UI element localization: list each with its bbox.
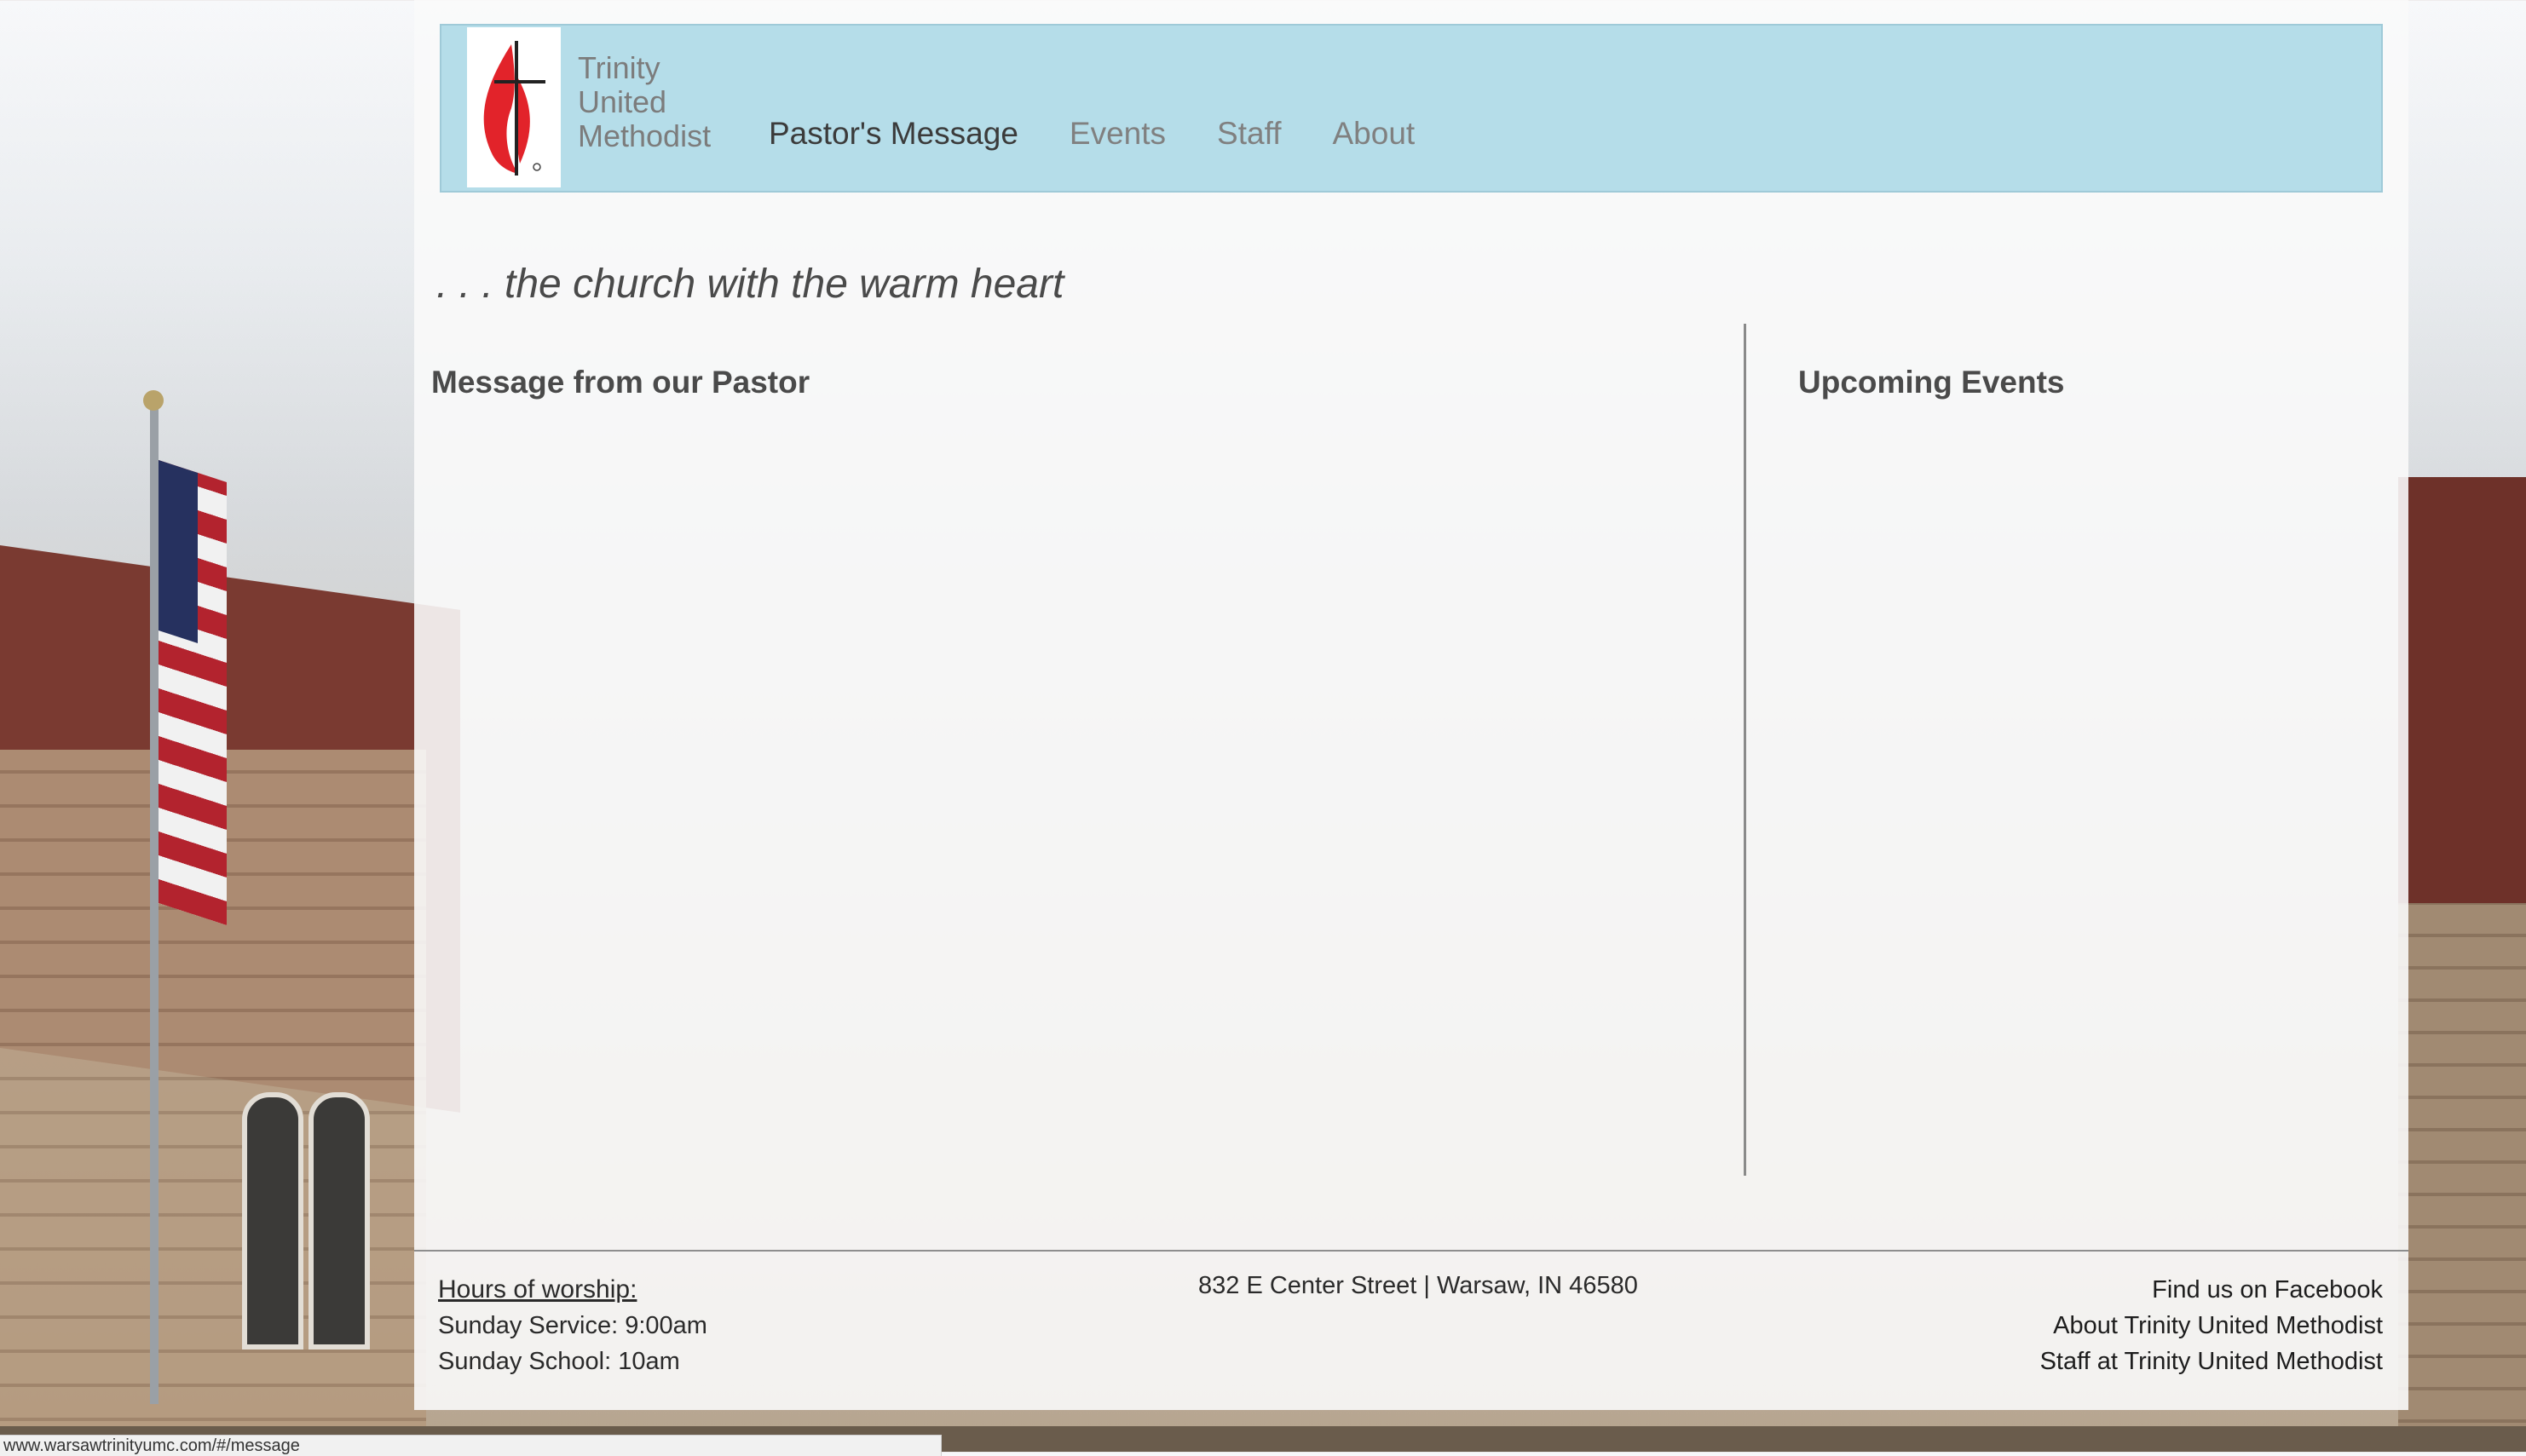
facebook-link[interactable]: Find us on Facebook bbox=[2040, 1272, 2383, 1308]
brand-line: Trinity bbox=[578, 50, 660, 85]
church-logo[interactable] bbox=[467, 27, 561, 187]
cross-and-flame-icon bbox=[483, 41, 545, 176]
main-nav: Pastor's Message Events Staff About bbox=[769, 116, 1466, 152]
site-footer: Hours of worship: Sunday Service: 9:00am… bbox=[414, 1250, 2408, 1412]
church-window bbox=[309, 1092, 370, 1350]
staff-link[interactable]: Staff at Trinity United Methodist bbox=[2040, 1344, 2383, 1379]
brand-name[interactable]: Trinity United Methodist bbox=[578, 51, 711, 153]
brand-line: Methodist bbox=[578, 118, 712, 153]
worship-hours-line: Sunday Service: 9:00am bbox=[438, 1312, 707, 1339]
browser-status-url: www.warsawtrinityumc.com/#/message bbox=[0, 1435, 942, 1456]
worship-hours: Hours of worship: Sunday Service: 9:00am… bbox=[438, 1272, 707, 1379]
tagline: . . . the church with the warm heart bbox=[436, 262, 1064, 307]
flag-pole-finial bbox=[143, 390, 164, 411]
church-wall-right bbox=[2398, 903, 2526, 1452]
footer-links: Find us on Facebook About Trinity United… bbox=[2040, 1272, 2383, 1379]
american-flag-canton bbox=[159, 460, 198, 643]
worship-hours-heading: Hours of worship: bbox=[438, 1275, 637, 1303]
pastor-message-heading: Message from our Pastor bbox=[431, 365, 810, 400]
column-divider bbox=[1744, 324, 1746, 1176]
church-address: 832 E Center Street | Warsaw, IN 46580 bbox=[1198, 1272, 1638, 1299]
church-roof-right bbox=[2398, 477, 2526, 920]
flag-pole bbox=[150, 399, 159, 1404]
about-link[interactable]: About Trinity United Methodist bbox=[2040, 1308, 2383, 1344]
content-panel: Trinity United Methodist Pastor's Messag… bbox=[414, 0, 2408, 1410]
church-window bbox=[242, 1092, 303, 1350]
nav-events[interactable]: Events bbox=[1070, 116, 1166, 152]
site-header: Trinity United Methodist Pastor's Messag… bbox=[440, 24, 2383, 193]
brand-line: United bbox=[578, 84, 667, 119]
nav-staff[interactable]: Staff bbox=[1217, 116, 1281, 152]
nav-about[interactable]: About bbox=[1332, 116, 1415, 152]
upcoming-events-heading: Upcoming Events bbox=[1798, 365, 2065, 400]
nav-pastors-message[interactable]: Pastor's Message bbox=[769, 116, 1018, 152]
worship-hours-line: Sunday School: 10am bbox=[438, 1348, 680, 1375]
